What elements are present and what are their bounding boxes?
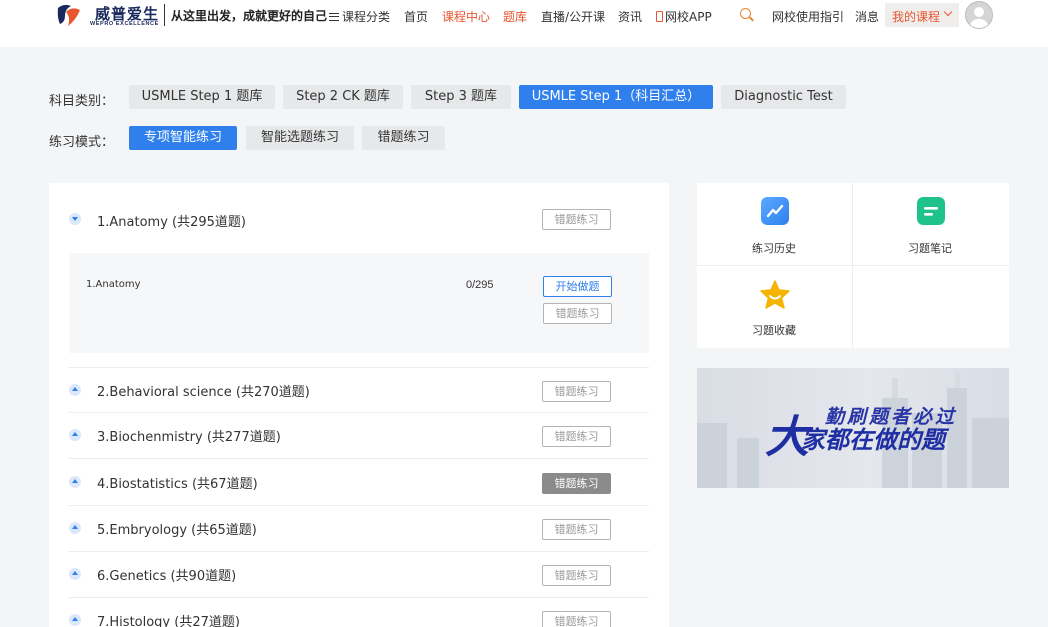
wrong-practice-button[interactable]: 错题练习 [542,473,611,494]
wrong-practice-button[interactable]: 错题练习 [542,519,611,540]
question-notes-label[interactable]: 习题笔记 [908,240,952,256]
nav-app-label: 网校APP [665,10,712,24]
chevron-up-icon[interactable] [69,384,81,396]
question-notes-icon[interactable] [917,197,945,225]
chevron-up-icon[interactable] [69,476,81,488]
wrong-practice-button[interactable]: 错题练习 [542,381,611,402]
chapter-row-biochemistry[interactable]: 3.Biochenmistry (共277道题) 错题练习 [69,413,649,459]
wrong-practice-button[interactable]: 错题练习 [542,565,611,586]
chevron-up-icon[interactable] [69,522,81,534]
slogan: 从这里出发，成就更好的自己 [171,9,328,23]
subject-diagnostic-test[interactable]: Diagnostic Test [721,85,846,109]
nav-news[interactable]: 资讯 [618,8,642,25]
subject-usmle-step1-summary[interactable]: USMLE Step 1（科目汇总） [519,85,713,109]
chevron-down-icon[interactable] [69,213,81,225]
divider [697,265,1009,266]
nav-messages[interactable]: 消息 [855,8,879,25]
nav-guide[interactable]: 网校使用指引 [772,8,844,25]
banner-line2: 家都在做的题 [801,426,950,454]
mode-special-smart[interactable]: 专项智能练习 [129,126,237,150]
subject-step2-ck[interactable]: Step 2 CK 题库 [283,85,403,109]
chevron-up-icon[interactable] [69,614,81,626]
practice-history-icon[interactable] [761,197,789,225]
tools-panel: 练习历史 习题笔记 习题收藏 [697,183,1009,348]
my-course-label: 我的课程 [892,10,941,24]
chapter-title: 4.Biostatistics (共67道题) [97,477,258,492]
wrong-practice-button[interactable]: 错题练习 [542,426,611,447]
search-icon[interactable] [740,8,751,19]
mode-wrong-questions[interactable]: 错题练习 [362,126,445,150]
subsection-progress: 0/295 [466,279,494,291]
avatar[interactable] [965,1,993,29]
nav-home[interactable]: 首页 [404,8,428,25]
subject-usmle-step1[interactable]: USMLE Step 1 题库 [129,85,275,109]
start-practice-button[interactable]: 开始做题 [543,276,612,297]
chapter-row-genetics[interactable]: 6.Genetics (共90道题) 错题练习 [69,552,649,598]
wrong-practice-button[interactable]: 错题练习 [543,303,612,324]
mode-smart-select[interactable]: 智能选题练习 [246,126,354,150]
chapter-title: 3.Biochenmistry (共277道题) [97,430,281,445]
chapter-title: 5.Embryology (共65道题) [97,523,257,538]
subsection-anatomy: 1.Anatomy 0/295 开始做题 错题练习 [69,253,649,353]
wrong-practice-button[interactable]: 错题练习 [542,611,611,627]
promo-banner[interactable]: 勤刷题者必过 大 家都在做的题 [697,368,1009,488]
nav-question-bank[interactable]: 题库 [503,8,527,25]
wrong-practice-button[interactable]: 错题练习 [542,209,611,230]
brand-divider [164,4,165,26]
nav-course-category[interactable]: 课程分类 [329,8,390,25]
chapter-title: 6.Genetics (共90道题) [97,569,237,584]
chapter-row-behavioral-science[interactable]: 2.Behavioral science (共270道题) 错题练习 [69,367,649,413]
chapter-title: 2.Behavioral science (共270道题) [97,385,310,400]
chapter-list-panel: 1.Anatomy (共295道题) 错题练习 1.Anatomy 0/295 … [49,183,669,627]
chevron-up-icon[interactable] [69,429,81,441]
chapter-title: 7.Histology (共27道题) [97,615,240,627]
subject-step3[interactable]: Step 3 题库 [411,85,511,109]
nav-course-category-label: 课程分类 [342,10,391,24]
chapter-row-anatomy[interactable]: 1.Anatomy (共295道题) 错题练习 [69,195,649,241]
phone-icon [656,11,663,22]
brand-english: WEPRO EXCELLENCE [90,21,159,27]
question-favorites-label[interactable]: 习题收藏 [752,322,796,338]
star-favorites-icon[interactable] [760,280,790,310]
practice-history-label[interactable]: 练习历史 [752,240,796,256]
top-header: 威普爱生 WEPRO EXCELLENCE 从这里出发，成就更好的自己 课程分类… [0,0,1048,47]
my-course-dropdown[interactable]: 我的课程 [885,3,959,27]
subsection-title: 1.Anatomy [86,279,141,290]
chapter-row-histology[interactable]: 7.Histology (共27道题) 错题练习 [69,598,649,627]
menu-icon [329,13,339,21]
banner-text: 勤刷题者必过 大 家都在做的题 [765,406,957,463]
wepro-logo-icon[interactable] [56,2,82,28]
practice-mode-label: 练习模式： [49,135,115,150]
chapter-row-embryology[interactable]: 5.Embryology (共65道题) 错题练习 [69,506,649,552]
subject-category-label: 科目类别： [49,94,115,109]
nav-live[interactable]: 直播/公开课 [541,8,605,25]
chapter-row-biostatistics[interactable]: 4.Biostatistics (共67道题) 错题练习 [69,460,649,506]
chevron-down-icon [943,7,953,17]
nav-app[interactable]: 网校APP [656,8,712,25]
chevron-up-icon[interactable] [69,568,81,580]
chapter-title: 1.Anatomy (共295道题) [97,215,246,230]
nav-course-center[interactable]: 课程中心 [442,8,490,25]
banner-line1: 勤刷题者必过 [825,406,957,428]
